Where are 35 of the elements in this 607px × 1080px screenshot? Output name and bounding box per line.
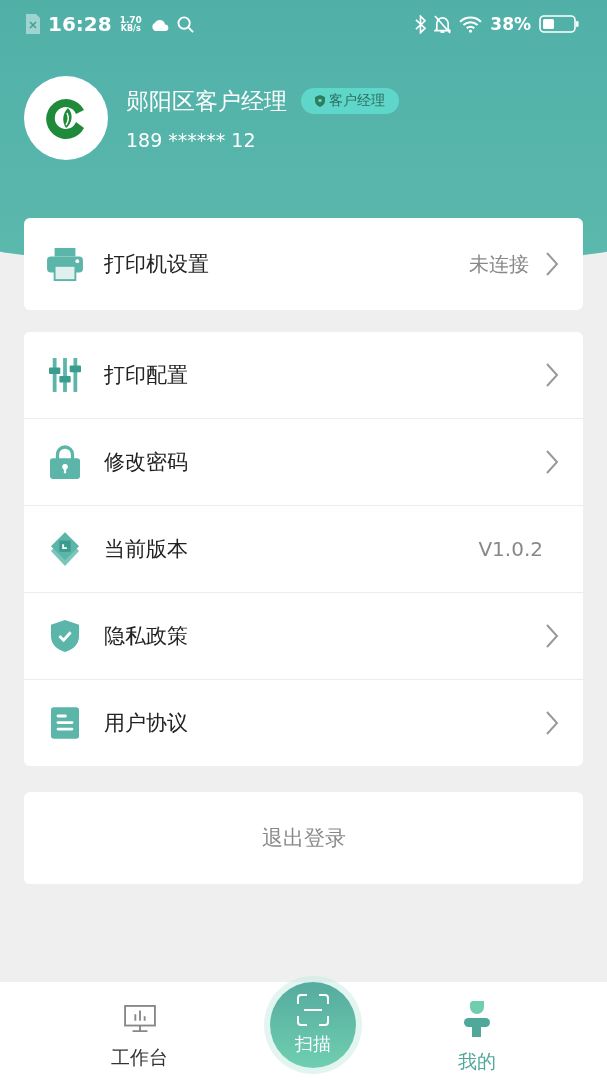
phone-number: 189 ****** 12	[126, 128, 257, 151]
row-label: 打印机设置	[104, 251, 209, 278]
row-label: 隐私政策	[104, 623, 188, 650]
bluetooth-icon	[415, 14, 427, 34]
tab-item[interactable]: 工作台	[111, 1005, 168, 1071]
scan-frame-icon	[297, 994, 329, 1026]
settings-row[interactable]: 用户协议	[24, 680, 583, 766]
sliders-icon	[46, 358, 84, 392]
printer-icon	[46, 247, 84, 281]
bell-muted-icon	[434, 14, 452, 34]
person-icon	[464, 1001, 490, 1037]
row-value: 未连接	[469, 250, 529, 278]
chart-monitor-icon	[123, 1005, 156, 1033]
clock-time: 16:28	[48, 12, 112, 36]
settings-row[interactable]: 隐私政策	[24, 593, 583, 680]
battery-icon	[539, 15, 579, 33]
row-label: 用户协议	[104, 710, 188, 737]
cloud-icon	[149, 17, 169, 31]
speed-value: 1.70	[119, 15, 142, 25]
role-badge: 客户经理	[301, 88, 399, 114]
row-label: 打印配置	[104, 362, 188, 389]
settings-row[interactable]: 打印配置	[24, 332, 583, 419]
battery-percent: 38%	[490, 14, 531, 34]
speed-unit: KB/s	[120, 24, 141, 33]
settings-row[interactable]: 当前版本 V1.0.2	[24, 506, 583, 593]
printer-settings-row[interactable]: 打印机设置 未连接	[24, 218, 583, 310]
row-label: 修改密码	[104, 449, 188, 476]
settings-row[interactable]: 修改密码	[24, 419, 583, 506]
row-value: V1.0.2	[478, 537, 543, 561]
search-icon	[176, 15, 194, 33]
profile-name: 郧阳区客户经理	[126, 86, 287, 116]
logout-button[interactable]: 退出登录	[24, 792, 583, 884]
sim-off-icon	[26, 14, 40, 34]
row-label: 当前版本	[104, 536, 188, 563]
wifi-icon	[459, 15, 483, 33]
